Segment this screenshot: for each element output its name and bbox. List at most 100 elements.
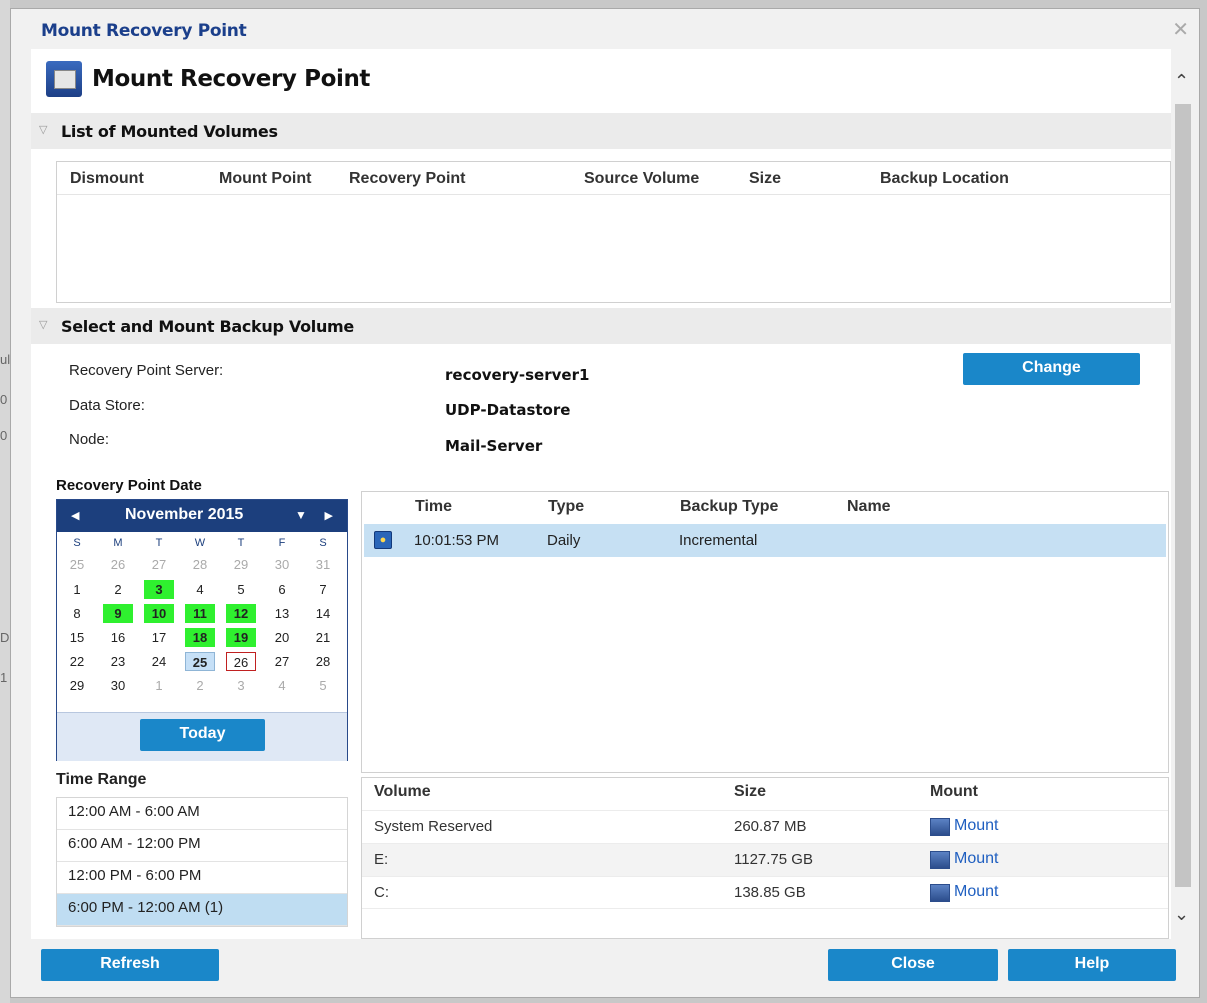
- calendar-day[interactable]: 2: [185, 676, 215, 695]
- column-header-time: Time: [415, 498, 453, 515]
- calendar-day[interactable]: 7: [308, 580, 338, 599]
- calendar-day[interactable]: 12: [226, 604, 256, 623]
- calendar-day[interactable]: 20: [267, 628, 297, 647]
- scroll-down-icon[interactable]: ⌄: [1174, 904, 1189, 925]
- vertical-scrollbar[interactable]: ⌃ ⌄: [1171, 49, 1195, 939]
- calendar-day[interactable]: 18: [185, 628, 215, 647]
- weekday-label: M: [113, 537, 123, 549]
- calendar-day[interactable]: 14: [308, 604, 338, 623]
- calendar-day[interactable]: 30: [103, 676, 133, 695]
- calendar-day[interactable]: 31: [308, 555, 338, 574]
- calendar-day[interactable]: 13: [267, 604, 297, 623]
- dialog-titlebar: Mount Recovery Point ✕: [11, 9, 1199, 49]
- calendar-day[interactable]: 3: [144, 580, 174, 599]
- calendar-day[interactable]: 5: [226, 580, 256, 599]
- column-header-dismount: Dismount: [70, 170, 144, 187]
- column-header-source-volume: Source Volume: [584, 170, 700, 187]
- scroll-up-icon[interactable]: ⌃: [1174, 71, 1189, 92]
- weekday-label: S: [73, 537, 81, 549]
- calendar-day[interactable]: 26: [103, 555, 133, 574]
- calendar-day[interactable]: 30: [267, 555, 297, 574]
- volume-size: 1127.75 GB: [734, 851, 813, 868]
- calendar-day[interactable]: 6: [267, 580, 297, 599]
- calendar-day[interactable]: 10: [144, 604, 174, 623]
- calendar-day[interactable]: 9: [103, 604, 133, 623]
- section-header-select-mount[interactable]: ▽ Select and Mount Backup Volume: [31, 308, 1171, 344]
- volume-name: C:: [374, 884, 389, 901]
- mount-link-label: Mount: [954, 883, 999, 900]
- calendar-day[interactable]: 1: [144, 676, 174, 695]
- server-value: recovery-server1: [445, 366, 590, 384]
- refresh-button[interactable]: Refresh: [41, 949, 219, 981]
- prev-month-icon[interactable]: ◀: [71, 509, 79, 522]
- calendar-day[interactable]: 16: [103, 628, 133, 647]
- time-range-item-selected[interactable]: 6:00 PM - 12:00 AM (1): [57, 894, 347, 926]
- column-header-mount: Mount: [930, 783, 978, 800]
- close-icon[interactable]: ✕: [1172, 17, 1189, 42]
- calendar-day[interactable]: 26: [226, 652, 256, 671]
- calendar-day[interactable]: 1: [62, 580, 92, 599]
- recovery-points-table: Time Type Backup Type Name ● 10:01:53 PM…: [361, 491, 1169, 773]
- time-range-header: Time Range: [56, 771, 147, 788]
- calendar-day[interactable]: 8: [62, 604, 92, 623]
- time-range-item[interactable]: 12:00 PM - 6:00 PM: [57, 862, 347, 894]
- mount-drive-icon: [930, 884, 950, 902]
- calendar-day[interactable]: 21: [308, 628, 338, 647]
- calendar-day[interactable]: 24: [144, 652, 174, 671]
- collapse-triangle-icon: ▽: [39, 319, 48, 331]
- column-header-recovery-point: Recovery Point: [349, 170, 466, 187]
- today-button[interactable]: Today: [140, 719, 265, 751]
- calendar-day[interactable]: 28: [185, 555, 215, 574]
- section-title: List of Mounted Volumes: [61, 122, 278, 141]
- calendar-day[interactable]: 15: [62, 628, 92, 647]
- recovery-point-row[interactable]: ● 10:01:53 PM Daily Incremental: [364, 524, 1166, 557]
- calendar-day[interactable]: 11: [185, 604, 215, 623]
- mount-drive-icon: [930, 851, 950, 869]
- background-text: ul: [0, 352, 11, 367]
- calendar-day[interactable]: 4: [267, 676, 297, 695]
- calendar-footer: Today: [57, 712, 347, 761]
- calendar-day[interactable]: 25: [62, 555, 92, 574]
- weekday-label: W: [194, 537, 206, 549]
- calendar: ◀ November 2015 ▼ ▶ SMTWTFS 25 26 27 28 29 30…: [56, 499, 348, 761]
- page-title: Mount Recovery Point: [92, 66, 371, 92]
- server-label: Recovery Point Server:: [69, 362, 224, 379]
- calendar-day[interactable]: 5: [308, 676, 338, 695]
- mount-link-label: Mount: [954, 850, 999, 867]
- month-dropdown-icon[interactable]: ▼: [295, 508, 307, 522]
- volume-name: System Reserved: [374, 818, 493, 835]
- calendar-day[interactable]: 29: [226, 555, 256, 574]
- volume-size: 260.87 MB: [734, 818, 807, 835]
- calendar-day[interactable]: 23: [103, 652, 133, 671]
- calendar-day[interactable]: 27: [144, 555, 174, 574]
- calendar-day[interactable]: 3: [226, 676, 256, 695]
- calendar-day[interactable]: 17: [144, 628, 174, 647]
- calendar-day[interactable]: 29: [62, 676, 92, 695]
- mount-drive-icon: [46, 61, 82, 97]
- scrollbar-thumb[interactable]: [1175, 104, 1191, 887]
- calendar-day[interactable]: 27: [267, 652, 297, 671]
- volume-row: System Reserved 260.87 MB Mount: [362, 810, 1168, 843]
- calendar-day[interactable]: 22: [62, 652, 92, 671]
- calendar-day[interactable]: 4: [185, 580, 215, 599]
- column-header-size: Size: [749, 170, 782, 187]
- calendar-day[interactable]: 19: [226, 628, 256, 647]
- volume-size: 138.85 GB: [734, 884, 806, 901]
- volume-name: E:: [374, 851, 389, 868]
- next-month-icon[interactable]: ▶: [325, 509, 333, 522]
- calendar-day[interactable]: 28: [308, 652, 338, 671]
- volumes-table: Volume Size Mount System Reserved 260.87…: [361, 777, 1169, 939]
- volume-row: E: 1127.75 GB Mount: [362, 843, 1168, 876]
- column-header-size: Size: [734, 783, 767, 800]
- dialog-content: Mount Recovery Point ▽ List of Mounted V…: [31, 49, 1171, 939]
- section-header-mounted-volumes[interactable]: ▽ List of Mounted Volumes: [31, 113, 1171, 149]
- background-text: 1: [0, 670, 8, 685]
- time-range-item[interactable]: 6:00 AM - 12:00 PM: [57, 830, 347, 862]
- help-button[interactable]: Help: [1008, 949, 1176, 981]
- calendar-day[interactable]: 2: [103, 580, 133, 599]
- close-button[interactable]: Close: [828, 949, 998, 981]
- change-button[interactable]: Change: [963, 353, 1140, 385]
- calendar-day[interactable]: 25: [185, 652, 215, 671]
- mount-drive-icon: [930, 818, 950, 836]
- time-range-item[interactable]: 12:00 AM - 6:00 AM: [57, 798, 347, 830]
